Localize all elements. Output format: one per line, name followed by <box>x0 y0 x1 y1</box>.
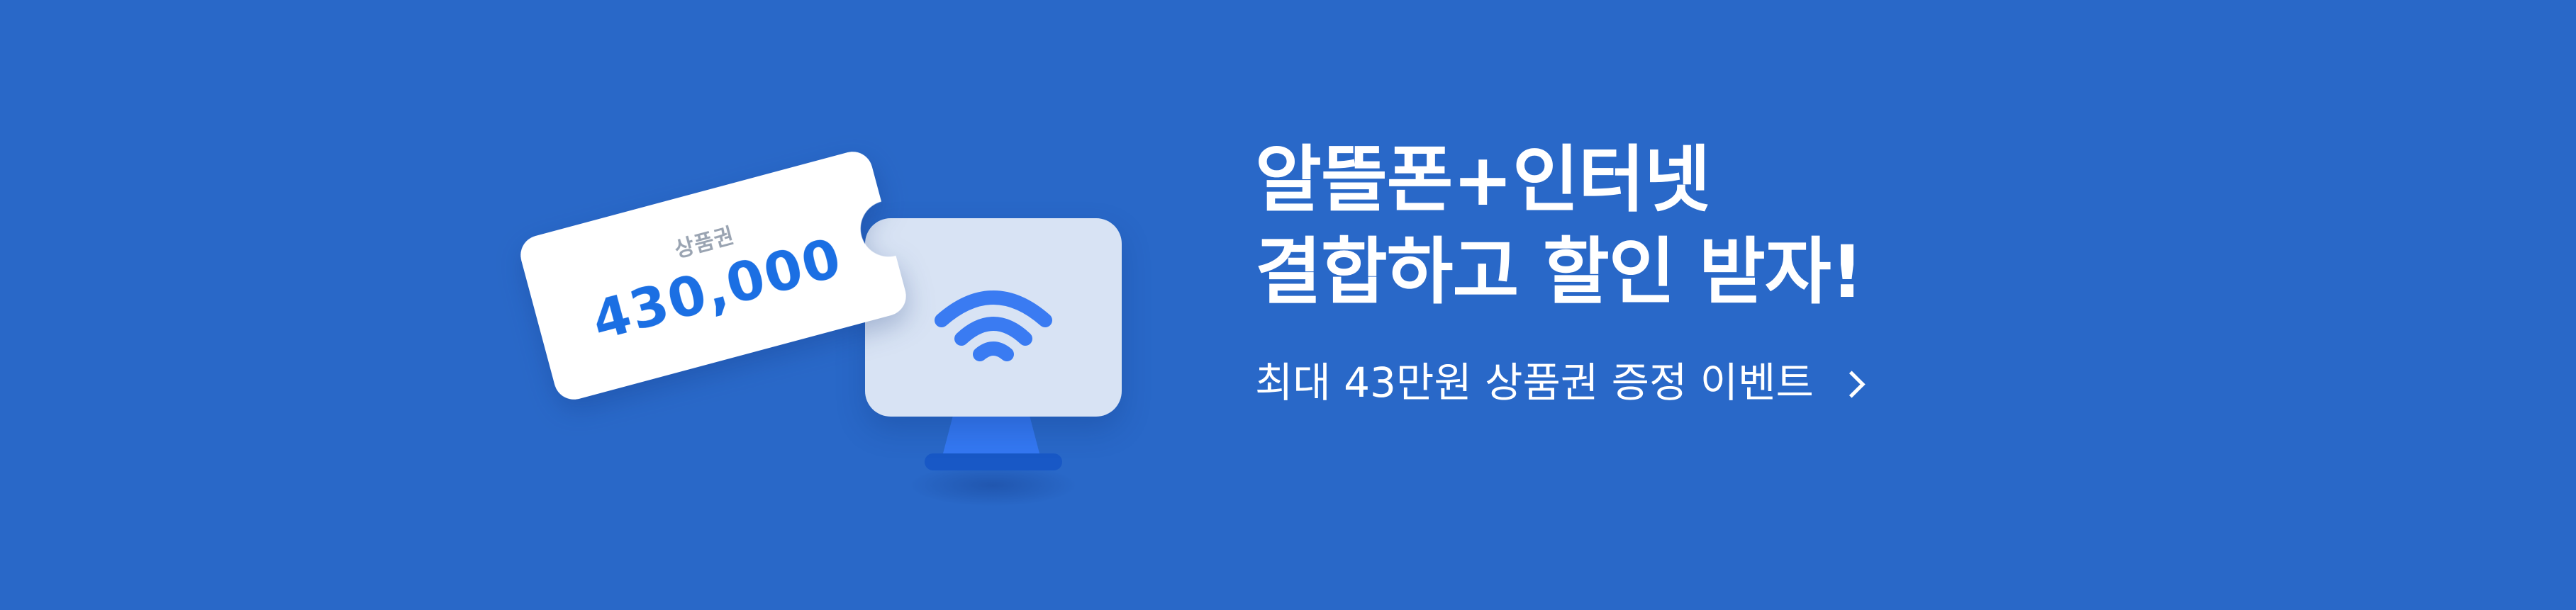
banner-copy: 알뜰폰+인터넷 결합하고 할인 받자! 최대 43만원 상품권 증정 이벤트 <box>1255 135 2106 407</box>
event-banner[interactable]: 상품권 430,000 알뜰폰+인터넷 결합하고 할인 받자! 최대 43만원 … <box>0 0 2576 610</box>
monitor-stand <box>943 417 1039 453</box>
monitor-base <box>925 453 1062 470</box>
event-link-text: 최대 43만원 상품권 증정 이벤트 <box>1255 358 1814 407</box>
illustration: 상품권 430,000 <box>511 120 1149 517</box>
wifi-icon <box>935 290 1052 361</box>
monitor-shadow <box>908 464 1078 507</box>
headline-line-1: 알뜰폰+인터넷 <box>1255 138 1711 222</box>
gift-voucher: 상품권 430,000 <box>515 147 911 405</box>
event-link[interactable]: 최대 43만원 상품권 증정 이벤트 <box>1255 358 2106 407</box>
chevron-right-icon <box>1838 370 1866 398</box>
headline-line-2: 결합하고 할인 받자! <box>1255 230 1863 315</box>
monitor-screen <box>865 218 1122 417</box>
